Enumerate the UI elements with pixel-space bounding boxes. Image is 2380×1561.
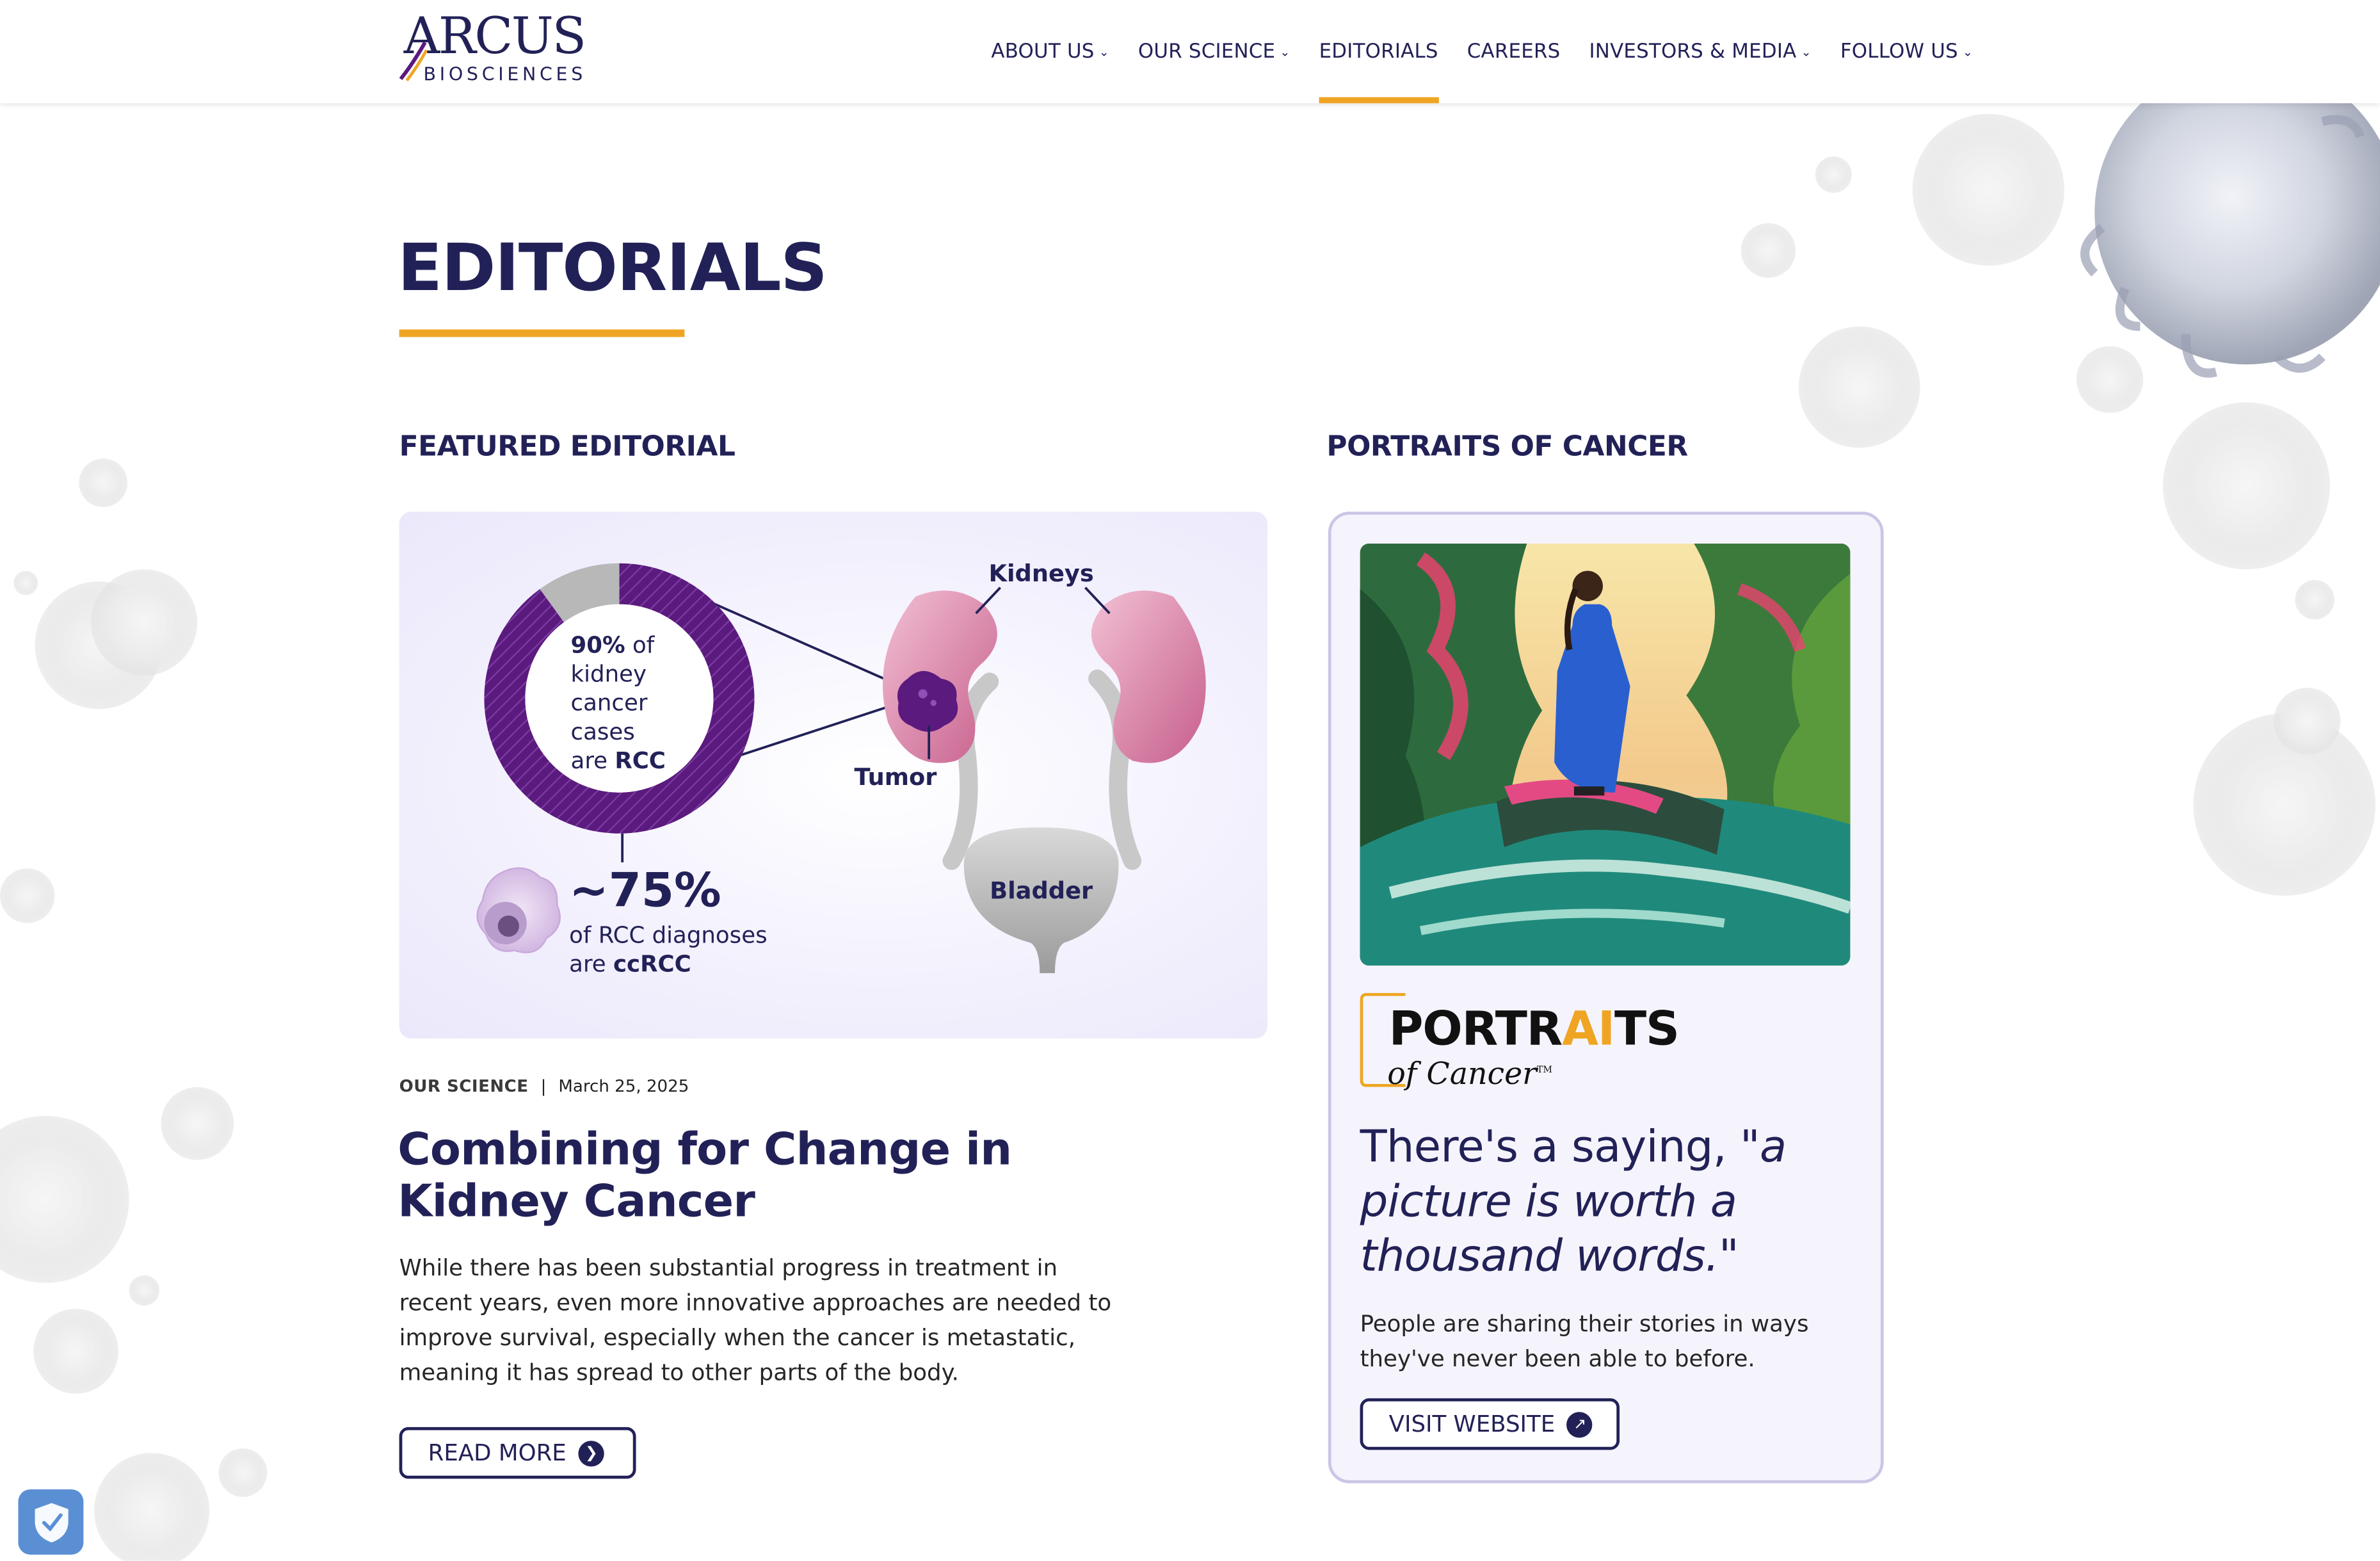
nav-investors-media-label: INVESTORS & MEDIA — [1589, 40, 1797, 63]
donut-text-5: are — [571, 748, 615, 774]
nav-careers-label: CAREERS — [1467, 40, 1561, 63]
donut-bold: 90% — [571, 633, 625, 659]
logo-part-ai: AI — [1562, 1001, 1615, 1057]
site-header: ARCUS BIOSCIENCES ABOUT US ⌄ OUR SCIENCE ⌄… — [0, 0, 2380, 104]
donut-text-1: of — [625, 633, 655, 659]
read-more-label: READ MORE — [428, 1439, 567, 1467]
nav-editorials[interactable]: EDITORIALS — [1319, 0, 1438, 104]
page-title: EDITORIALS — [398, 231, 828, 307]
nav-our-science[interactable]: OUR SCIENCE ⌄ — [1138, 0, 1291, 103]
shield-check-icon — [34, 1502, 68, 1542]
nav-about-us-label: ABOUT US — [991, 40, 1095, 63]
donut-line-5: are RCC — [571, 748, 666, 774]
logo-part-2: TS — [1614, 1001, 1680, 1057]
donut-text-2: kidney — [571, 661, 647, 688]
nav-about-us[interactable]: ABOUT US ⌄ — [991, 0, 1109, 103]
meta-separator: | — [540, 1076, 547, 1096]
chevron-down-icon: ⌄ — [1801, 45, 1812, 60]
arrow-up-right-icon: ↗ — [1567, 1411, 1593, 1437]
portraits-of-cancer-logo[interactable]: PORTRAITS of CancerTM — [1360, 990, 1694, 1096]
title-underline — [399, 329, 685, 337]
stat-line-2-bold: ccRCC — [613, 951, 691, 978]
logo-subtitle: BIOSCIENCES — [423, 63, 586, 85]
logo-subline: of CancerTM — [1387, 1055, 1552, 1092]
logo-tm: TM — [1536, 1065, 1552, 1076]
article-category[interactable]: OUR SCIENCE — [399, 1076, 529, 1096]
arcus-logo[interactable]: ARCUS BIOSCIENCES — [398, 6, 595, 88]
portraits-quote: There's a saying, "a picture is worth a … — [1360, 1119, 1846, 1283]
kidney-pointer — [1084, 586, 1111, 615]
article-meta: OUR SCIENCE | March 25, 2025 — [399, 1076, 689, 1096]
logo-wordmark: ARCUS — [403, 6, 586, 65]
cell-icon — [476, 867, 561, 953]
kidney-infographic: 90% of kidney cancer cases are RCC ~75% … — [476, 560, 1206, 978]
chevron-down-icon: ⌄ — [1280, 45, 1291, 60]
nav-our-science-label: OUR SCIENCE — [1138, 40, 1276, 63]
donut-line-1: 90% of — [571, 633, 655, 659]
logo-part-1: PORTR — [1388, 1001, 1563, 1057]
featured-heading: FEATURED EDITORIAL — [399, 431, 736, 464]
article-title[interactable]: Combining for Change in Kidney Cancer — [398, 1124, 1157, 1227]
kidney-pointer — [975, 586, 1001, 615]
featured-infographic[interactable]: 90% of kidney cancer cases are RCC ~75% … — [399, 512, 1267, 1039]
nav-investors-media[interactable]: INVESTORS & MEDIA ⌄ — [1589, 0, 1811, 103]
chevron-down-icon: ⌄ — [1962, 45, 1974, 60]
page: ARCUS BIOSCIENCES ABOUT US ⌄ OUR SCIENCE ⌄… — [0, 0, 2380, 1561]
logo-sub-text: of Cancer — [1387, 1055, 1537, 1092]
portrait-painting-image[interactable] — [1360, 543, 1851, 966]
stat-line-2: are ccRCC — [569, 951, 691, 978]
stat-line-1: of RCC diagnoses — [569, 922, 767, 948]
nav-editorials-label: EDITORIALS — [1319, 40, 1438, 63]
big-stat: ~75% — [569, 864, 721, 918]
nav-careers[interactable]: CAREERS — [1467, 0, 1561, 103]
read-more-button[interactable]: READ MORE ❯ — [399, 1427, 636, 1479]
label-bladder: Bladder — [990, 877, 1093, 905]
nav-follow-us[interactable]: FOLLOW US ⌄ — [1840, 0, 1973, 103]
article-excerpt: While there has been substantial progres… — [399, 1254, 1112, 1386]
article-date: March 25, 2025 — [558, 1076, 689, 1096]
chevron-down-icon: ⌄ — [1098, 45, 1109, 60]
visit-website-button[interactable]: VISIT WEBSITE ↗ — [1360, 1398, 1621, 1450]
quote-plain: There's a saying, — [1360, 1120, 1741, 1172]
logo-wordmark: PORTRAITS — [1388, 1001, 1680, 1057]
donut-text-bold: RCC — [615, 748, 666, 774]
donut-text-3: cancer — [571, 690, 648, 716]
label-tumor: Tumor — [855, 763, 938, 791]
main-nav: ABOUT US ⌄ OUR SCIENCE ⌄ EDITORIALS CAREER… — [991, 0, 2002, 104]
privacy-shield-button[interactable] — [18, 1489, 84, 1555]
nav-follow-us-label: FOLLOW US — [1840, 40, 1958, 63]
portraits-heading: PORTRAITS OF CANCER — [1326, 431, 1688, 464]
label-kidneys: Kidneys — [988, 560, 1093, 587]
portraits-description: People are sharing their stories in ways… — [1360, 1310, 1809, 1373]
chevron-right-icon: ❯ — [578, 1440, 605, 1466]
donut-text-4: cases — [571, 719, 635, 745]
stat-line-2-text: are — [569, 951, 613, 978]
visit-website-label: VISIT WEBSITE — [1388, 1410, 1556, 1438]
